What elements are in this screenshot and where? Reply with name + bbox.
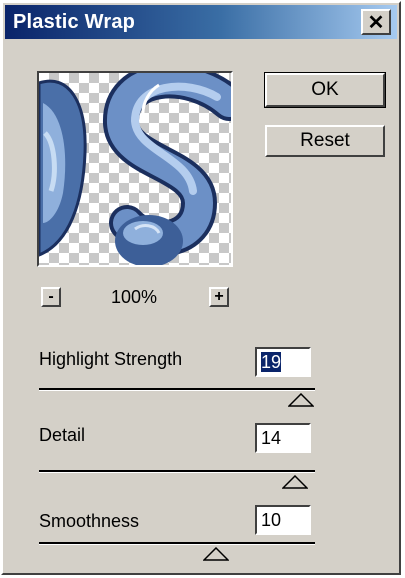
highlight-strength-value: 19 [261, 352, 282, 372]
highlight-strength-slider[interactable] [39, 388, 315, 391]
highlight-strength-label: Highlight Strength [39, 349, 183, 369]
detail-slider[interactable] [39, 470, 315, 473]
triangle-up-icon[interactable] [282, 475, 309, 489]
zoom-in-button[interactable]: + [209, 287, 229, 307]
title-bar[interactable]: Plastic Wrap ✕ [5, 5, 397, 39]
smoothness-slider[interactable] [39, 542, 315, 545]
filter-preview[interactable] [37, 71, 233, 267]
plus-icon: + [214, 288, 224, 305]
reset-button-label: Reset [300, 130, 350, 151]
zoom-out-button[interactable]: - [41, 287, 61, 307]
detail-field[interactable]: 14 [255, 423, 311, 453]
reset-button[interactable]: Reset [265, 125, 385, 157]
minus-icon: - [48, 288, 54, 305]
smoothness-value: 10 [261, 510, 282, 530]
dialog-title: Plastic Wrap [13, 10, 136, 33]
ok-button[interactable]: OK [265, 73, 385, 107]
close-icon: ✕ [367, 11, 385, 34]
triangle-up-icon[interactable] [203, 547, 230, 561]
detail-label: Detail [39, 425, 86, 445]
highlight-strength-field[interactable]: 19 [255, 347, 311, 377]
smoothness-label: Smoothness [39, 511, 140, 531]
close-button[interactable]: ✕ [361, 9, 391, 35]
plastic-wrap-dialog: Plastic Wrap ✕ OK Reset - 100% + Highlig… [1, 1, 401, 575]
triangle-up-icon[interactable] [288, 393, 315, 407]
zoom-level: 100% [111, 287, 158, 307]
detail-value: 14 [261, 428, 282, 448]
preview-image [39, 73, 231, 265]
smoothness-field[interactable]: 10 [255, 505, 311, 535]
ok-button-label: OK [311, 79, 339, 100]
